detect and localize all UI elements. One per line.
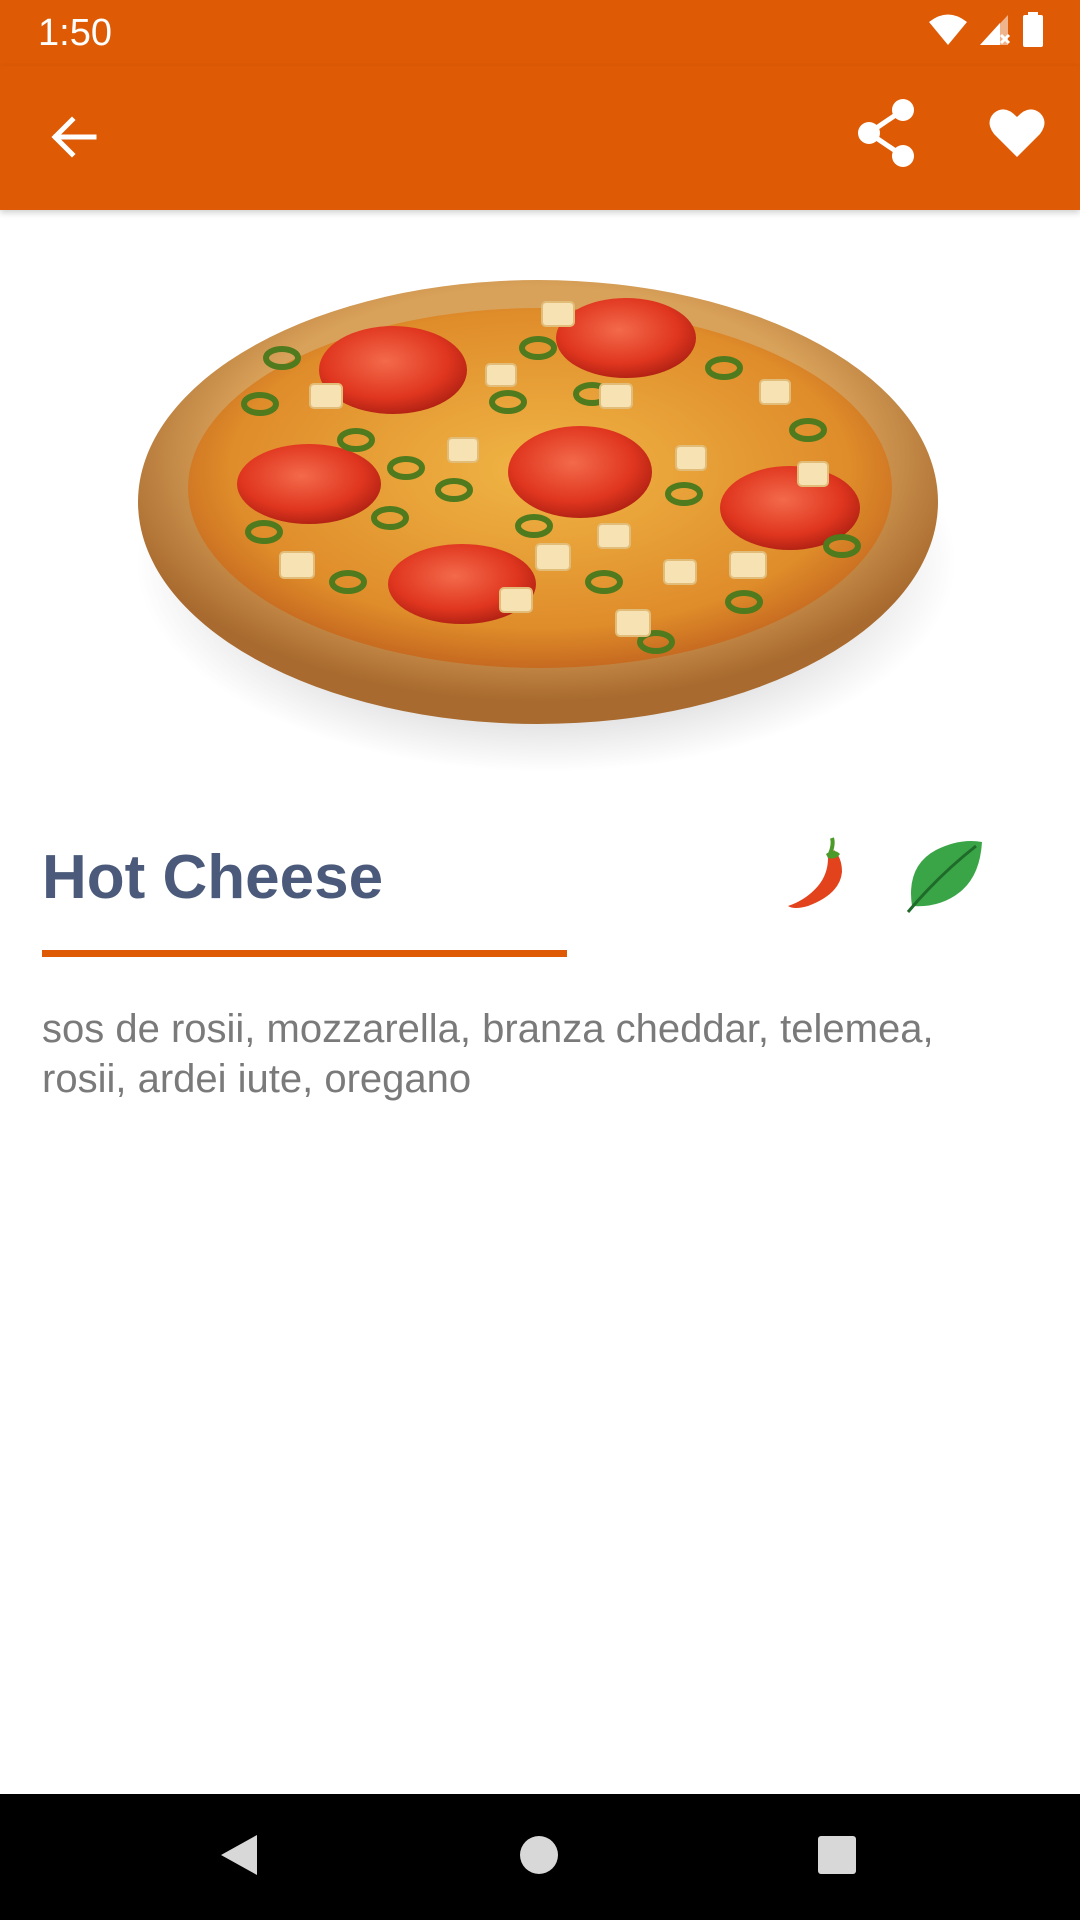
nav-recents-button[interactable] — [802, 1822, 872, 1892]
share-button[interactable] — [842, 90, 932, 180]
nav-back-button[interactable] — [204, 1822, 274, 1892]
title-underline — [42, 950, 567, 957]
share-icon — [857, 98, 917, 173]
nav-back-icon — [217, 1831, 261, 1884]
leaf-icon — [902, 836, 986, 916]
app-bar — [0, 66, 1080, 210]
pizza-image — [128, 262, 958, 778]
favorite-button[interactable] — [972, 90, 1062, 180]
nav-home-icon — [519, 1835, 559, 1880]
back-arrow-icon — [48, 112, 98, 167]
back-button[interactable] — [28, 94, 118, 184]
heart-icon — [989, 107, 1045, 164]
product-detail-screen: 1:50 Hot Cheese sos de rosii, mozzarella… — [0, 0, 1080, 1920]
status-time: 1:50 — [38, 12, 112, 54]
wifi-icon — [928, 13, 968, 52]
system-navigation-bar — [0, 1794, 1080, 1920]
status-icons — [928, 11, 1044, 53]
battery-icon — [1022, 11, 1044, 53]
product-header: Hot Cheese — [42, 830, 1042, 930]
status-bar: 1:50 — [0, 0, 1080, 66]
nav-recents-icon — [817, 1835, 857, 1880]
cellular-no-signal-icon — [978, 13, 1012, 52]
chili-pepper-icon — [782, 836, 862, 916]
ingredients-text: sos de rosii, mozzarella, branza cheddar… — [42, 1007, 934, 1101]
nav-home-button[interactable] — [504, 1822, 574, 1892]
product-title: Hot Cheese — [42, 843, 384, 912]
